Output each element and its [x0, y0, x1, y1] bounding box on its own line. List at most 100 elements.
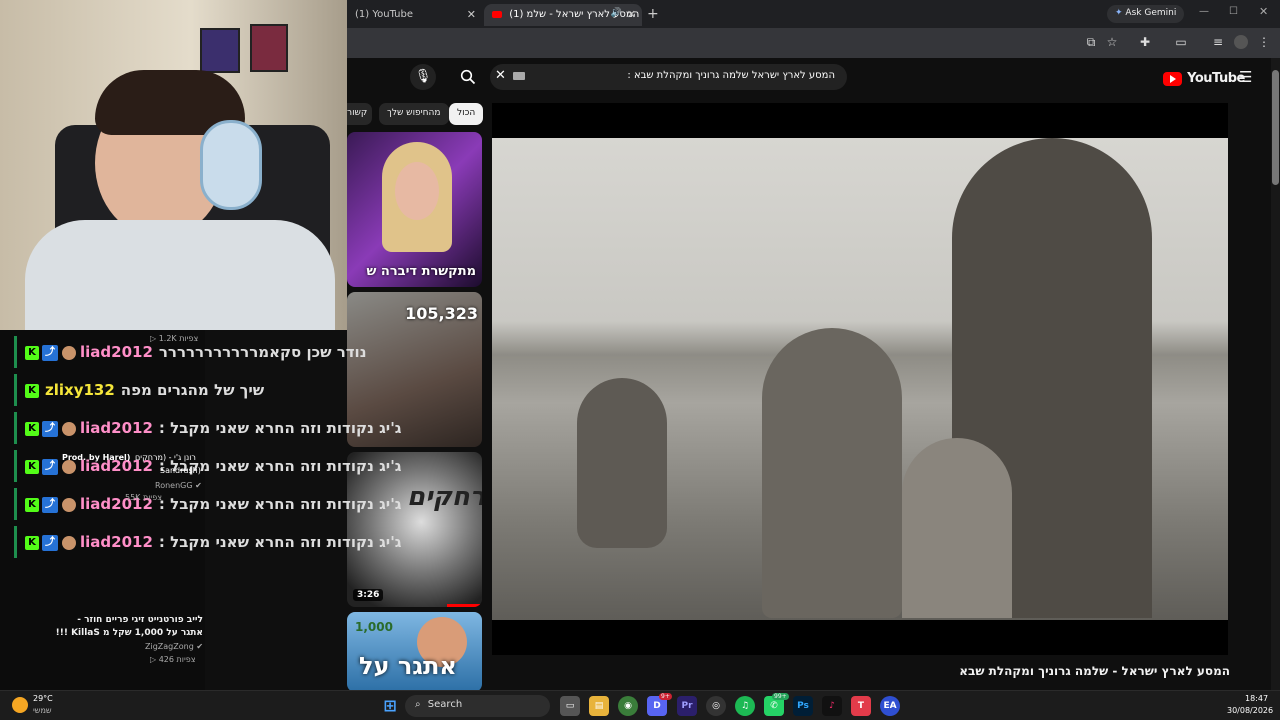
wall-poster-image — [250, 24, 288, 72]
chat-text: : ג'יג נקודות וזה החרא שאני מקבל — [158, 533, 402, 551]
profile-avatar-icon[interactable] — [1234, 35, 1248, 49]
scrollbar-thumb[interactable] — [1272, 70, 1279, 185]
chip-all[interactable]: הכול — [449, 103, 484, 125]
maximize-window-icon[interactable]: ☐ — [1229, 6, 1238, 17]
close-window-icon[interactable]: ✕ — [1259, 5, 1268, 18]
page-scrollbar[interactable] — [1271, 58, 1280, 690]
guide-menu-icon[interactable]: ☰ — [1239, 68, 1252, 86]
chip-label: הכול — [457, 108, 476, 118]
search-input-value: המסע לארץ ישראל שלמה גרוניך ומקהלת שבא : — [627, 70, 835, 81]
chat-message: K ⤴ liad2012: ג'יג נקודות וזה החרא שאני מק… — [14, 412, 402, 444]
obs-icon[interactable]: ◎ — [706, 696, 726, 716]
video-title: המסע לארץ ישראל - שלמה גרוניך ומקהלת שבא — [959, 664, 1230, 678]
browser-tab-bar: (1) YouTube ✕ (1) המסע לארץ ישראל - שלמ … — [347, 0, 1280, 28]
side-video-title: רונן ג'י - (מרחקים — [135, 453, 196, 462]
tab-label: (1) YouTube — [355, 9, 414, 20]
stream-chat-overlay: ▷ 1.2K צפיות K ⤴ liad2012 נודר שכן סקאמרררר… — [0, 330, 402, 690]
ask-gemini-button[interactable]: ✦ Ask Gemini — [1107, 5, 1185, 23]
play-icon: ▷ — [150, 655, 157, 664]
thumb-video-1[interactable]: מתקשרת דיברה ש — [347, 132, 482, 287]
tab-current-video[interactable]: (1) המסע לארץ ישראל - שלמ 🔊 ✕ — [484, 4, 642, 26]
discord-badge: 9+ — [659, 693, 672, 700]
weather-description[interactable]: שמשי — [33, 706, 52, 715]
bookmark-star-icon[interactable]: ☆ — [1105, 35, 1119, 49]
video-frame-image — [492, 138, 1228, 620]
taskbar-search-box[interactable]: ⌕ Search — [405, 695, 550, 717]
chip-from-your-search[interactable]: מהחיפוש שלך — [379, 103, 449, 125]
clock-date[interactable]: 30/08/2026 — [1227, 706, 1273, 715]
taskbar-search-placeholder: Search — [427, 699, 463, 710]
spotify-icon[interactable]: ♫ — [735, 696, 755, 716]
clear-search-icon[interactable]: ✕ — [495, 68, 506, 83]
channel-name: RonenGG — [155, 481, 193, 490]
tab-youtube-home[interactable]: (1) YouTube ✕ — [347, 4, 482, 26]
close-tab-icon[interactable]: ✕ — [627, 8, 636, 21]
media-controls-icon[interactable]: ≡ — [1211, 35, 1225, 49]
ask-gemini-label: Ask Gemini — [1125, 8, 1177, 18]
wall-poster-image — [200, 28, 240, 73]
tiktok-icon[interactable]: ♪ — [822, 696, 842, 716]
kick-badge-icon: K — [25, 497, 39, 512]
subscriber-badge-icon: ⤴ — [42, 458, 58, 475]
extensions-icon[interactable]: ✚ — [1138, 35, 1152, 49]
figure-silhouette — [577, 378, 667, 548]
webcam-overlay — [0, 0, 347, 330]
app-icon[interactable]: T — [851, 696, 871, 716]
ea-app-icon[interactable]: EA — [880, 696, 900, 716]
close-tab-icon[interactable]: ✕ — [467, 8, 476, 21]
search-input[interactable]: המסע לארץ ישראל שלמה גרוניך ומקהלת שבא : — [490, 64, 847, 90]
search-button[interactable] — [455, 64, 481, 90]
kick-badge-icon: K — [25, 345, 39, 360]
kick-badge-icon: K — [25, 535, 39, 550]
thumb-video-4[interactable]: 1,000 אתגר על — [347, 612, 482, 692]
minimize-window-icon[interactable]: — — [1199, 6, 1209, 17]
youtube-logo-text: YouTube — [1187, 71, 1245, 86]
thumb-caption: למרחקים — [407, 482, 482, 512]
youtube-play-icon — [1163, 71, 1182, 86]
chip-label: קשור — [347, 108, 368, 118]
screenshot-icon[interactable]: ⧉ — [1084, 35, 1098, 49]
task-view-icon[interactable]: ▭ — [560, 696, 580, 716]
channel-name: ZigZagZong — [145, 642, 194, 651]
user-avatar-icon — [62, 497, 76, 512]
chip-label: מהחיפוש שלך — [387, 108, 441, 118]
windows-start-icon[interactable]: ⊞ — [380, 696, 400, 716]
cast-icon[interactable]: ▭ — [1174, 35, 1188, 49]
video-player[interactable] — [492, 103, 1228, 655]
premiere-icon[interactable]: Pr — [677, 696, 697, 716]
user-avatar-icon — [62, 345, 76, 360]
chat-username: liad2012 — [80, 419, 153, 437]
thumb-caption: מתקשרת דיברה ש — [366, 264, 477, 279]
weather-sun-icon[interactable] — [12, 697, 28, 713]
youtube-logo[interactable]: YouTube — [1163, 68, 1245, 87]
side-video-title-fragment: Prod. by Harel) — [62, 453, 131, 462]
clock-time[interactable]: 18:47 — [1245, 694, 1268, 703]
chat-text: נודר שכן סקאמררררררררררר — [158, 343, 367, 361]
kick-badge-icon: K — [25, 383, 39, 398]
chrome-menu-icon[interactable]: ⋮ — [1257, 35, 1271, 49]
chat-message: K ⤴ liad2012: ג'יג נקודות וזה החרא שאני מק… — [14, 526, 402, 558]
kick-badge-icon: K — [25, 421, 39, 436]
thumb-money-label: 1,000 — [355, 620, 393, 634]
voice-search-icon[interactable]: 🎙 — [410, 64, 436, 90]
side-video-channel[interactable]: RonenGG ✔ — [155, 481, 202, 490]
search-icon — [460, 69, 476, 85]
chrome-icon[interactable]: ◉ — [618, 696, 638, 716]
figure-silhouette — [762, 328, 902, 618]
side-video-channel[interactable]: ZigZagZong ✔ — [145, 642, 203, 651]
chat-text: שיך של מהגרים מפה — [120, 381, 265, 399]
photoshop-icon[interactable]: Ps — [793, 696, 813, 716]
chat-message: Kzlixy132 שיך של מהגרים מפה — [14, 374, 264, 406]
chip-related[interactable]: קשור — [347, 103, 372, 125]
thumb-caption: אתגר על — [359, 652, 457, 680]
weather-temperature[interactable]: 29°C — [33, 694, 53, 703]
user-avatar-icon — [62, 535, 76, 550]
file-explorer-icon[interactable]: ▤ — [589, 696, 609, 716]
keyboard-icon[interactable] — [513, 72, 525, 80]
chat-text: : ג'יג נקודות וזה החרא שאני מקבל — [158, 419, 402, 437]
verified-icon: ✔ — [195, 481, 202, 490]
side-video-title[interactable]: לייב פורטנייט זיגי פריים חוזר - אתגר על … — [55, 614, 203, 640]
verified-icon: ✔ — [196, 642, 204, 651]
new-tab-button[interactable]: + — [647, 6, 659, 22]
user-avatar-icon — [62, 421, 76, 436]
